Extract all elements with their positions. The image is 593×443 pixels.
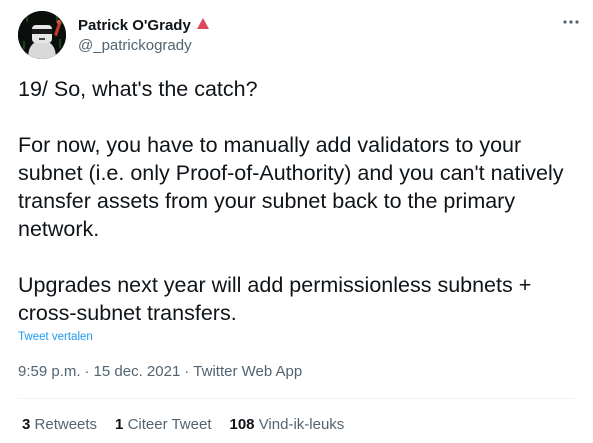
avatar-image <box>18 11 66 59</box>
triangle-badge-icon <box>196 16 209 34</box>
retweets-label: Retweets <box>34 416 98 433</box>
tweet-metadata: 9:59 p.m. · 15 dec. 2021 · Twitter Web App <box>18 363 302 380</box>
quote-tweets-count: 1 <box>115 416 124 433</box>
translate-tweet-link[interactable]: Tweet vertalen <box>18 331 93 343</box>
tweet-source-link[interactable]: Twitter Web App <box>193 363 302 380</box>
tweet-header: Patrick O'Grady @_patrickogrady <box>18 11 582 61</box>
tweet-stats: 3 Retweets 1 Citeer Tweet 108 Vind-ik-le… <box>22 416 344 433</box>
avatar[interactable] <box>18 11 66 59</box>
tweet-paragraph: For now, you have to manually add valida… <box>18 133 564 241</box>
tweet-time: 9:59 p.m. <box>18 363 81 380</box>
divider <box>18 398 575 399</box>
tweet-timestamp-link[interactable]: 9:59 p.m. · 15 dec. 2021 <box>18 363 180 380</box>
likes-count: 108 <box>229 416 255 433</box>
retweets-stat[interactable]: 3 Retweets <box>22 416 97 433</box>
author-name-row: Patrick O'Grady <box>78 15 209 35</box>
separator-dot: · <box>184 363 190 380</box>
retweets-count: 3 <box>22 416 31 433</box>
author-handle[interactable]: @_patrickogrady <box>78 37 209 54</box>
more-options-icon[interactable] <box>560 13 582 31</box>
likes-label: Vind-ik-leuks <box>258 416 345 433</box>
tweet-paragraph: 19/ So, what's the catch? <box>18 77 258 101</box>
separator-dot: · <box>84 363 90 380</box>
tweet-paragraph: Upgrades next year will add permissionle… <box>18 273 532 325</box>
tweet-card: Patrick O'Grady @_patrickogrady 19/ So, … <box>0 0 593 443</box>
tweet-date: 15 dec. 2021 <box>93 363 181 380</box>
likes-stat[interactable]: 108 Vind-ik-leuks <box>230 416 345 433</box>
quote-tweets-label: Citeer Tweet <box>127 416 212 433</box>
author-display-name[interactable]: Patrick O'Grady <box>78 17 191 34</box>
author-info: Patrick O'Grady @_patrickogrady <box>78 15 209 54</box>
quote-tweets-stat[interactable]: 1 Citeer Tweet <box>115 416 211 433</box>
tweet-text: 19/ So, what's the catch? For now, you h… <box>18 75 578 327</box>
